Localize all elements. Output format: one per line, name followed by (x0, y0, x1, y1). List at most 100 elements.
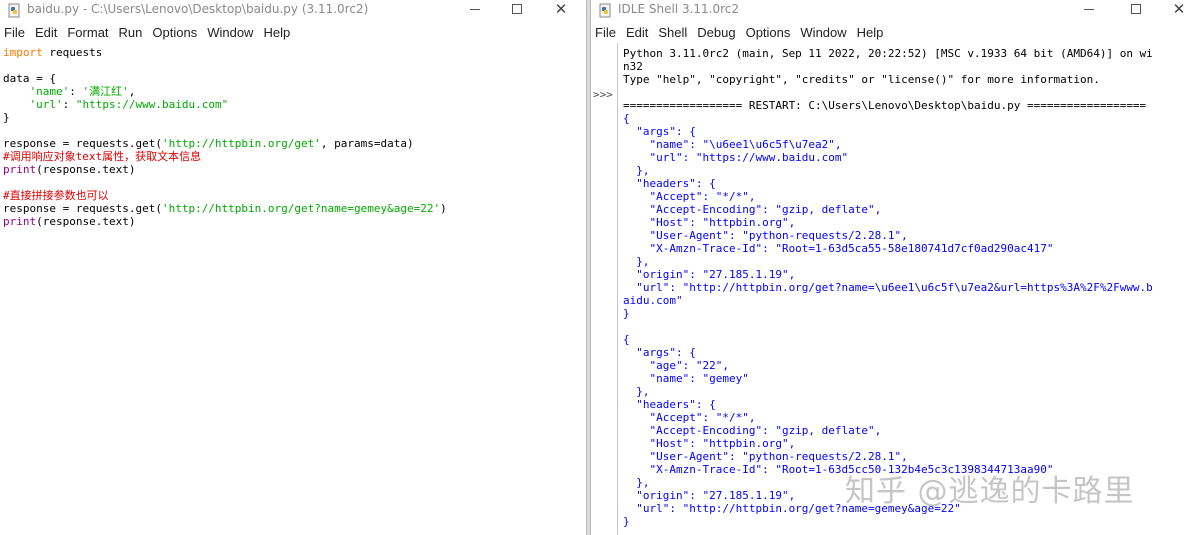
editor-menu-run[interactable]: Run (114, 24, 148, 42)
shell-menubar: File Edit Shell Debug Options Window Help (591, 24, 1201, 42)
shell-prompt: >>> (593, 88, 613, 101)
editor-menu-edit[interactable]: Edit (30, 24, 62, 42)
shell-output-line: "Accept": "*/*", (623, 411, 756, 424)
editor-minimize-button[interactable] (455, 0, 495, 18)
code-line: data = { (3, 72, 56, 85)
shell-output-line: Type "help", "copyright", "credits" or "… (623, 73, 1100, 86)
shell-titlebar[interactable]: IDLE Shell 3.11.0rc2 ✕ (591, 0, 1201, 22)
shell-output-line: "age": "22", (623, 359, 729, 372)
code-token: data = { (3, 72, 56, 85)
code-line: #直接拼接参数也可以 (3, 189, 109, 202)
shell-output-area[interactable]: Python 3.11.0rc2 (main, Sep 11 2022, 20:… (623, 43, 1201, 535)
shell-maximize-button[interactable] (1116, 0, 1156, 18)
shell-output-line: "Accept": "*/*", (623, 190, 756, 203)
shell-output-line: } (623, 307, 630, 320)
shell-window-title: IDLE Shell 3.11.0rc2 (618, 2, 740, 16)
shell-output-line: "Host": "httpbin.org", (623, 216, 796, 229)
shell-output-line: } (623, 515, 630, 528)
shell-output-line: n32 (623, 60, 643, 73)
code-token: response = requests.get( (3, 202, 162, 215)
shell-minimize-button[interactable] (1069, 0, 1109, 18)
shell-output-line: "origin": "27.185.1.19", (623, 268, 796, 281)
shell-output-line: "name": "gemey" (623, 372, 749, 385)
shell-output-line: }, (623, 385, 650, 398)
code-token: #直接拼接参数也可以 (3, 189, 109, 202)
code-line: #调用响应对象text属性，获取文本信息 (3, 150, 201, 163)
code-token: } (3, 111, 10, 124)
editor-menu-help[interactable]: Help (258, 24, 295, 42)
code-token: print (3, 215, 37, 228)
shell-prompt-gutter (591, 43, 618, 535)
code-token: 'url' (29, 98, 63, 111)
editor-menubar: File Edit Format Run Options Window Help (0, 24, 586, 42)
python-shell-icon (599, 3, 611, 18)
code-token: : (62, 98, 76, 111)
shell-window: IDLE Shell 3.11.0rc2 ✕ File Edit Shell Debu… (591, 0, 1201, 535)
python-file-icon (8, 3, 20, 18)
shell-menu-help[interactable]: Help (852, 24, 889, 42)
editor-titlebar[interactable]: baidu.py - C:\Users\Lenovo\Desktop\baidu… (0, 0, 586, 22)
editor-close-button[interactable]: ✕ (541, 0, 581, 18)
minimize-icon (470, 8, 480, 10)
editor-maximize-button[interactable] (497, 0, 537, 18)
shell-output-line: "headers": { (623, 398, 716, 411)
shell-output-line: aidu.com" (623, 294, 683, 307)
shell-output-line: "name": "\u6ee1\u6c5f\u7ea2", (623, 138, 842, 151)
editor-menu-window[interactable]: Window (202, 24, 258, 42)
maximize-icon (1131, 4, 1141, 14)
code-line: 'name': '满江红', (3, 85, 136, 98)
code-token: #调用响应对象text属性，获取文本信息 (3, 150, 202, 163)
editor-menu-file[interactable]: File (0, 24, 30, 42)
shell-menu-edit[interactable]: Edit (621, 24, 653, 42)
code-line: } (3, 111, 10, 124)
shell-output-line: { (623, 112, 630, 125)
shell-output-line: { (623, 333, 630, 346)
code-token: requests (42, 46, 103, 59)
code-token: "https://www.baidu.com" (75, 98, 229, 111)
shell-close-button[interactable]: ✕ (1159, 0, 1199, 18)
shell-output-line: "origin": "27.185.1.19", (623, 489, 796, 502)
shell-output-line: Python 3.11.0rc2 (main, Sep 11 2022, 20:… (623, 47, 1153, 60)
editor-code-area[interactable]: import requests data = { 'name': '满江红', '… (0, 43, 586, 535)
close-icon: ✕ (1172, 0, 1186, 18)
shell-output-line: }, (623, 164, 650, 177)
code-line: response = requests.get('http://httpbin.… (3, 137, 414, 150)
watermark: 知乎 @逃逸的卡路里 (845, 474, 1135, 509)
code-token: ) (440, 202, 447, 215)
code-token: 'http://httpbin.org/get?name=gemey&age=2… (161, 202, 441, 215)
editor-window: baidu.py - C:\Users\Lenovo\Desktop\baidu… (0, 0, 586, 535)
shell-output-line: "X-Amzn-Trace-Id": "Root=1-63d5ca55-58e1… (623, 242, 1054, 255)
close-icon: ✕ (554, 0, 568, 18)
code-token: : (69, 85, 83, 98)
shell-menu-window[interactable]: Window (795, 24, 851, 42)
editor-window-title: baidu.py - C:\Users\Lenovo\Desktop\baidu… (27, 2, 369, 16)
code-token: , (128, 85, 136, 98)
code-line: print(response.text) (3, 215, 135, 228)
editor-menu-format[interactable]: Format (62, 24, 113, 42)
code-line: print(response.text) (3, 163, 135, 176)
code-token: (response.text) (36, 215, 136, 228)
shell-menu-file[interactable]: File (591, 24, 621, 42)
code-token: , params=data) (320, 137, 414, 150)
shell-output-line: "User-Agent": "python-requests/2.28.1", (623, 229, 908, 242)
maximize-icon (512, 4, 522, 14)
code-line: response = requests.get('http://httpbin.… (3, 202, 447, 215)
shell-menu-debug[interactable]: Debug (692, 24, 740, 42)
code-line: 'url': "https://www.baidu.com" (3, 98, 229, 111)
code-line: import requests (3, 46, 102, 59)
shell-output-line: "url": "http://httpbin.org/get?name=\u6e… (623, 281, 1153, 294)
shell-output-line: "Accept-Encoding": "gzip, deflate", (623, 203, 882, 216)
shell-output-line: "args": { (623, 125, 696, 138)
editor-menu-options[interactable]: Options (147, 24, 202, 42)
shell-output-line: }, (623, 255, 650, 268)
shell-output-line: "headers": { (623, 177, 716, 190)
code-token: 'http://httpbin.org/get' (161, 137, 321, 150)
shell-output-line: "Accept-Encoding": "gzip, deflate", (623, 424, 882, 437)
code-token: '满江红' (82, 85, 129, 98)
code-token: (response.text) (36, 163, 136, 176)
shell-menu-options[interactable]: Options (741, 24, 796, 42)
code-token: 'name' (29, 85, 70, 98)
shell-menu-shell[interactable]: Shell (653, 24, 692, 42)
